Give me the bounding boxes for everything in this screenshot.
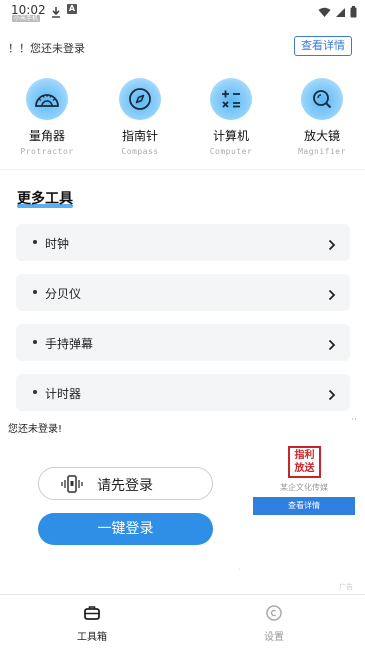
section-divider [0,169,365,170]
nav-toolbox-label: 工具箱 [77,632,107,643]
login-first-button[interactable]: 请先登录 [38,467,213,500]
nav-settings[interactable]: 设置 [214,595,334,648]
toolbox-icon [83,604,101,622]
not-logged-in-text: ！！您还未登录 [8,42,85,55]
tool-compass[interactable]: 指南针 Compass [100,78,180,156]
bottom-nav: 工具箱 设置 [0,594,365,648]
protractor-icon [26,78,68,120]
login-first-label: 请先登录 [97,478,153,494]
bullet-icon [33,290,37,294]
nav-toolbox[interactable]: 工具箱 [32,595,152,648]
tool-calculator[interactable]: 计算机 Computer [191,78,271,156]
list-item-label: 分贝仪 [45,287,82,301]
tool-calculator-en-label: Computer [209,147,253,156]
list-item-clock[interactable]: 时钟 [16,224,350,261]
notification-a-icon: A [67,4,77,14]
tool-protractor-en-label: Protractor [20,147,74,156]
ad-dot: · [238,565,241,574]
compass-icon [119,78,161,120]
ad-view-details-button[interactable]: 查看详情 [253,497,355,515]
list-item-decibel-meter[interactable]: 分贝仪 [16,274,350,311]
status-sub-label: 小米手机 [12,15,41,22]
list-item-handheld-barrage[interactable]: 手持弹幕 [16,324,350,361]
tool-magnifier[interactable]: 放大镜 Magnifier [282,78,362,156]
calculator-icon [210,78,252,120]
chevron-right-icon [328,286,336,305]
phone-vibrate-icon [61,474,83,498]
ad-company-name: 某企文化传媒 [280,483,328,492]
wifi-icon [318,3,331,22]
nav-settings-label: 设置 [264,632,284,643]
view-details-button[interactable]: 查看详情 [294,36,352,56]
chevron-right-icon [328,336,336,355]
ad-tag: 广告 [339,583,353,591]
more-tools-title: 更多工具 [17,191,73,207]
ad-not-logged-in-text: 您还未登录! [8,424,63,435]
chevron-right-icon [328,386,336,405]
download-icon [51,3,61,22]
tool-compass-label: 指南针 [121,129,158,143]
one-click-login-button[interactable]: 一键登录 [38,513,213,545]
bullet-icon [33,390,37,394]
tool-magnifier-en-label: Magnifier [298,147,346,156]
bullet-icon [33,340,37,344]
ad-menu-dots[interactable]: ·· [351,415,357,425]
magnifier-icon [301,78,343,120]
ad-logo: 指利 放送 [288,446,321,478]
settings-icon [265,604,283,622]
signal-icon [335,3,346,22]
tool-magnifier-label: 放大镜 [303,129,340,143]
list-item-timer[interactable]: 计时器 [16,374,350,411]
status-bar: 10:02 小米手机 A [0,0,365,22]
tool-protractor[interactable]: 量角器 Protractor [7,78,87,156]
tool-compass-en-label: Compass [121,147,159,156]
chevron-right-icon [328,236,336,255]
tools-grid: 量角器 Protractor 指南针 Compass 计算机 Computer [0,78,365,158]
list-item-label: 手持弹幕 [45,337,94,351]
tool-protractor-label: 量角器 [28,129,65,143]
list-item-label: 时钟 [45,237,70,251]
bullet-icon [33,240,37,244]
tool-calculator-label: 计算机 [212,129,249,143]
battery-icon [350,3,357,22]
login-banner: ！！您还未登录 查看详情 [0,36,365,58]
list-item-label: 计时器 [45,387,82,401]
